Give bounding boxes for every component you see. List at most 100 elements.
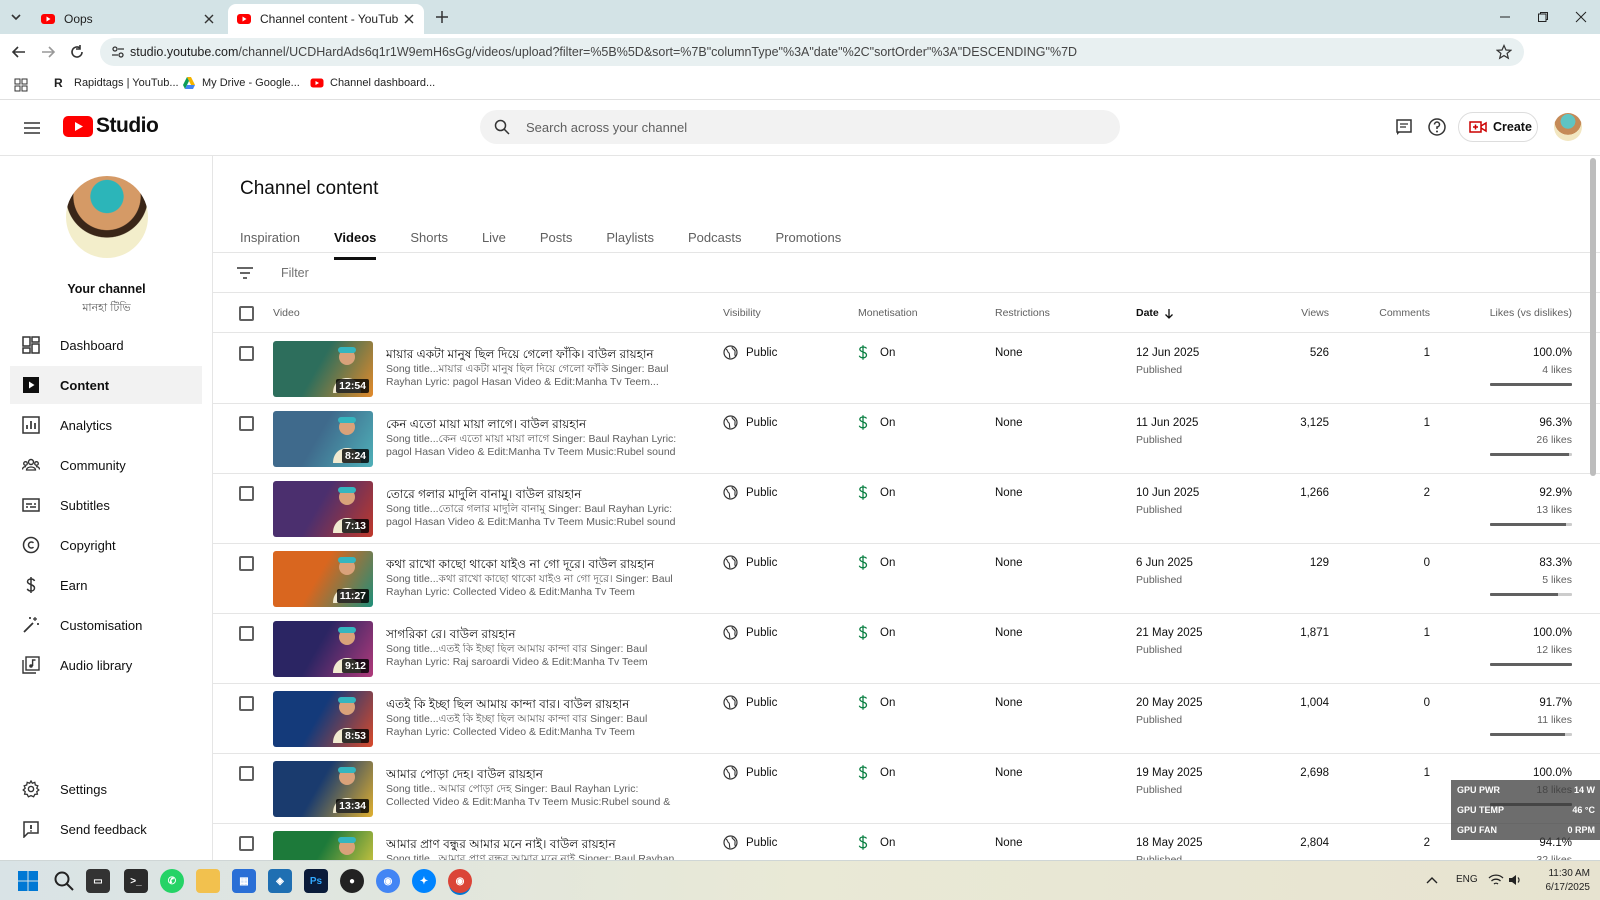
visibility-cell[interactable]: Public <box>723 345 777 360</box>
help-icon[interactable] <box>1427 117 1447 137</box>
channel-avatar[interactable] <box>66 176 148 258</box>
hamburger-menu-icon[interactable] <box>22 118 42 138</box>
row-checkbox[interactable] <box>239 626 254 641</box>
visibility-cell[interactable]: Public <box>723 555 777 570</box>
sidebar-item-analytics[interactable]: Analytics <box>10 406 202 444</box>
video-thumbnail[interactable]: 8:53 <box>273 691 373 747</box>
visibility-cell[interactable]: Public <box>723 485 777 500</box>
browser-tab-oops[interactable]: Oops <box>32 4 224 34</box>
browser-tab-channel-content[interactable]: Channel content - YouTube Studio <box>228 4 424 34</box>
table-row[interactable]: 7:13 তোরে গলার মাদুলি বানামু। বাউল রায়হা… <box>213 474 1600 544</box>
video-thumbnail[interactable]: 8:24 <box>273 411 373 467</box>
video-thumbnail[interactable]: 11:27 <box>273 551 373 607</box>
bookmark-my-drive[interactable]: My Drive - Google... <box>182 76 300 90</box>
visibility-cell[interactable]: Public <box>723 765 777 780</box>
show-hidden-icons-chevron-icon[interactable] <box>1426 875 1438 885</box>
table-row[interactable]: 8:24 কেন এতো মায়া মায়া লাগে। বাউল রায়হ… <box>213 404 1600 474</box>
comments-cell[interactable]: 1 <box>1424 347 1430 359</box>
account-avatar[interactable] <box>1554 113 1582 141</box>
monetisation-cell[interactable]: On <box>858 415 895 430</box>
sidebar-item-audio-library[interactable]: Audio library <box>10 646 202 684</box>
table-row[interactable]: আমার প্রাণ বন্ধুর আমার মনে নাই। বাউল রায… <box>213 824 1600 860</box>
filter-icon[interactable] <box>236 265 254 281</box>
column-views[interactable]: Views <box>1301 307 1329 319</box>
sidebar-item-dashboard[interactable]: Dashboard <box>10 326 202 364</box>
create-button[interactable]: Create <box>1458 112 1538 142</box>
task-view-icon[interactable]: ▭ <box>86 869 110 893</box>
tab-search-button[interactable] <box>4 6 28 28</box>
search-input[interactable] <box>526 117 1086 137</box>
monetisation-cell[interactable]: On <box>858 555 895 570</box>
bookmark-rapidtags[interactable]: R Rapidtags | YouTub... <box>54 76 179 90</box>
reload-icon[interactable] <box>67 42 87 62</box>
comments-cell[interactable]: 2 <box>1424 837 1430 849</box>
comments-cell[interactable]: 2 <box>1424 487 1430 499</box>
row-checkbox[interactable] <box>239 766 254 781</box>
table-row[interactable]: 8:53 এতই কি ইচ্ছা ছিল আমায় কান্দা বার। ব… <box>213 684 1600 754</box>
wifi-icon[interactable] <box>1488 873 1504 887</box>
column-visibility[interactable]: Visibility <box>723 307 761 319</box>
row-checkbox[interactable] <box>239 416 254 431</box>
feedback-messages-icon[interactable] <box>1394 117 1414 137</box>
messenger-icon[interactable]: ✦ <box>412 869 436 893</box>
minimize-button[interactable] <box>1486 0 1524 34</box>
sidebar-item-content[interactable]: Content <box>10 366 202 404</box>
close-tab-icon[interactable] <box>402 12 416 26</box>
sidebar-item-copyright[interactable]: Copyright <box>10 526 202 564</box>
video-thumbnail[interactable]: 9:12 <box>273 621 373 677</box>
monetisation-cell[interactable]: On <box>858 625 895 640</box>
apps-grid-icon[interactable] <box>14 78 28 92</box>
sidebar-item-subtitles[interactable]: Subtitles <box>10 486 202 524</box>
content-scrollbar[interactable] <box>1590 158 1596 476</box>
whatsapp-icon[interactable]: ✆ <box>160 869 184 893</box>
visibility-cell[interactable]: Public <box>723 625 777 640</box>
row-checkbox[interactable] <box>239 346 254 361</box>
youtube-studio-logo[interactable]: Studio <box>63 114 159 138</box>
monetisation-cell[interactable]: On <box>858 835 895 850</box>
filter-input[interactable] <box>281 263 581 283</box>
video-thumbnail[interactable]: 12:54 <box>273 341 373 397</box>
sidebar-item-earn[interactable]: Earn <box>10 566 202 604</box>
visibility-cell[interactable]: Public <box>723 415 777 430</box>
row-checkbox[interactable] <box>239 556 254 571</box>
sidebar-item-send-feedback[interactable]: Send feedback <box>10 810 202 848</box>
column-date[interactable]: Date <box>1136 307 1174 319</box>
row-checkbox[interactable] <box>239 486 254 501</box>
photos-app-icon[interactable]: ◈ <box>268 869 292 893</box>
monetisation-cell[interactable]: On <box>858 765 895 780</box>
channel-search-box[interactable] <box>480 110 1120 144</box>
search-taskbar-icon[interactable] <box>52 869 76 893</box>
obs-icon[interactable]: ● <box>340 869 364 893</box>
table-row[interactable]: 12:54 মায়ার একটা মানুষ ছিল দিয়ে গেলো ফা… <box>213 334 1600 404</box>
terminal-icon[interactable]: >_ <box>124 869 148 893</box>
monetisation-cell[interactable]: On <box>858 345 895 360</box>
column-restrictions[interactable]: Restrictions <box>995 307 1050 319</box>
sidebar-item-community[interactable]: Community <box>10 446 202 484</box>
close-tab-icon[interactable] <box>202 12 216 26</box>
file-explorer-icon[interactable] <box>196 869 220 893</box>
site-info-icon[interactable] <box>110 44 126 60</box>
new-tab-plus-icon[interactable] <box>432 7 452 27</box>
microsoft-store-icon[interactable]: ▦ <box>232 869 256 893</box>
column-comments[interactable]: Comments <box>1379 307 1430 319</box>
column-likes[interactable]: Likes (vs dislikes) <box>1490 307 1572 319</box>
close-window-button[interactable] <box>1562 0 1600 34</box>
select-all-checkbox[interactable] <box>239 306 254 321</box>
visibility-cell[interactable]: Public <box>723 835 777 850</box>
sidebar-item-settings[interactable]: Settings <box>10 770 202 808</box>
bookmark-channel-dashboard[interactable]: Channel dashboard... <box>310 76 435 90</box>
comments-cell[interactable]: 1 <box>1424 767 1430 779</box>
sidebar-item-customisation[interactable]: Customisation <box>10 606 202 644</box>
monetisation-cell[interactable]: On <box>858 485 895 500</box>
video-thumbnail[interactable]: 13:34 <box>273 761 373 817</box>
chrome-icon[interactable]: ◉ <box>376 869 400 893</box>
comments-cell[interactable]: 0 <box>1424 557 1430 569</box>
system-clock[interactable]: 11:30 AM 6/17/2025 <box>1530 867 1591 895</box>
table-row[interactable]: 9:12 সাগরিকা রে। বাউল রায়হান Song title..… <box>213 614 1600 684</box>
restore-button[interactable] <box>1524 0 1562 34</box>
row-checkbox[interactable] <box>239 696 254 711</box>
address-bar[interactable]: studio.youtube.com/channel/UCDHardAds6q1… <box>100 38 1524 66</box>
photoshop-icon[interactable]: Ps <box>304 869 328 893</box>
comments-cell[interactable]: 1 <box>1424 627 1430 639</box>
forward-arrow-icon[interactable] <box>38 42 58 62</box>
